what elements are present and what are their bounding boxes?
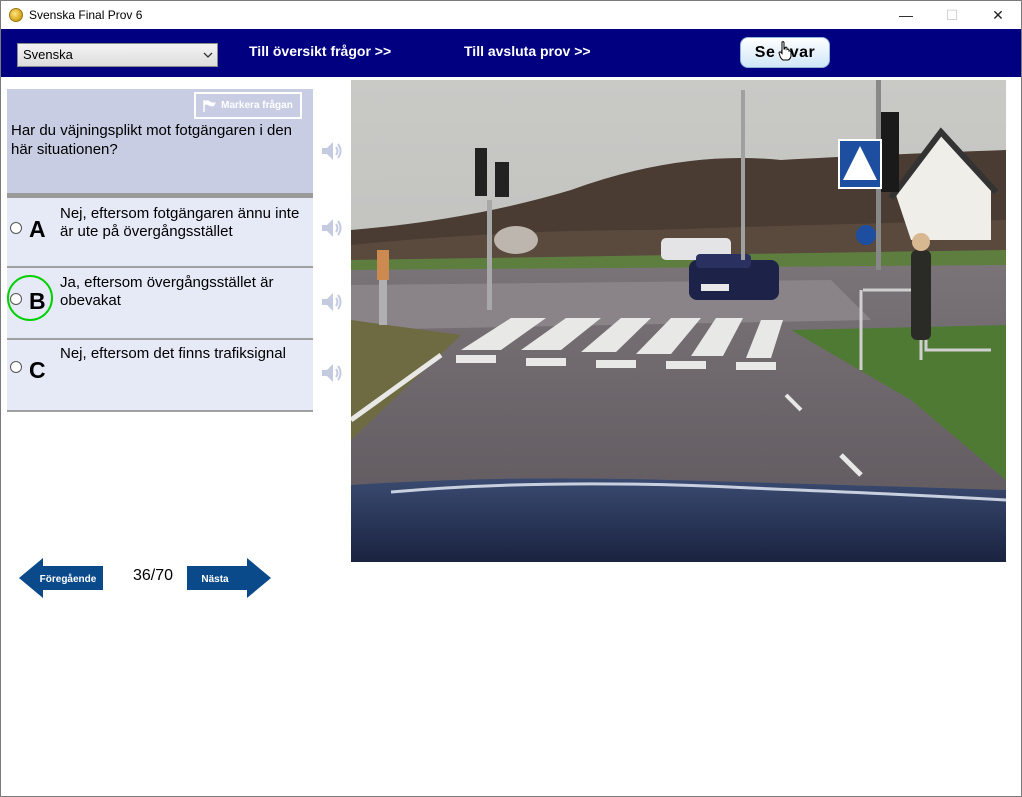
radio-button-c[interactable] [10, 361, 22, 373]
window-controls: — ☐ ✕ [883, 1, 1021, 29]
hand-cursor-icon [778, 41, 792, 61]
option-text-c: Nej, eftersom det finns trafiksignal [60, 345, 286, 362]
option-text-b: Ja, eftersom övergångsstället är obevaka… [60, 274, 274, 309]
speaker-icon[interactable] [320, 361, 344, 385]
question-text: Har du väjningsplikt mot fotgängaren i d… [11, 122, 293, 158]
option-letter-c: C [29, 357, 46, 383]
maximize-button[interactable]: ☐ [929, 1, 975, 29]
option-letter-a: A [29, 216, 46, 242]
mark-question-button[interactable]: Markera frågan [194, 92, 302, 119]
answer-option-a[interactable]: A Nej, eftersom fotgängaren ännu inte är… [7, 198, 313, 268]
title-bar: Svenska Final Prov 6 — ☐ ✕ [1, 1, 1021, 29]
answer-option-b[interactable]: B Ja, eftersom övergångsstället är obeva… [7, 268, 313, 340]
overview-questions-link[interactable]: Till översikt frågor >> [249, 43, 391, 59]
traffic-situation-image [351, 80, 1006, 562]
previous-label: Föregående [40, 573, 97, 585]
window-title: Svenska Final Prov 6 [29, 8, 143, 22]
speaker-icon[interactable] [320, 290, 344, 314]
speaker-icon[interactable] [320, 216, 344, 240]
option-letter-b: B [29, 288, 46, 314]
app-icon [9, 8, 23, 22]
previous-button[interactable]: Föregående [19, 558, 103, 598]
close-button[interactable]: ✕ [975, 1, 1021, 29]
question-panel: Markera frågan Har du väjningsplikt mot … [7, 89, 313, 193]
language-select[interactable]: Svenska [17, 43, 218, 67]
radio-button-a[interactable] [10, 222, 22, 234]
radio-button-b[interactable] [10, 293, 22, 305]
answer-option-c[interactable]: C Nej, eftersom det finns trafiksignal [7, 340, 313, 412]
toolbar: Svenska Till översikt frågor >> Till avs… [1, 29, 1021, 77]
option-text-a: Nej, eftersom fotgängaren ännu inte är u… [60, 205, 300, 240]
flag-icon [203, 99, 217, 112]
question-counter: 36/70 [133, 567, 174, 584]
minimize-button[interactable]: — [883, 1, 929, 29]
next-label: Nästa [201, 574, 229, 585]
speaker-icon[interactable] [320, 139, 344, 163]
app-window: Svenska Final Prov 6 — ☐ ✕ Svenska Till … [0, 0, 1022, 797]
finish-exam-link[interactable]: Till avsluta prov >> [464, 43, 591, 59]
next-button[interactable]: Nästa [187, 558, 271, 598]
mark-question-label: Markera frågan [221, 100, 293, 111]
chevron-down-icon [203, 44, 213, 75]
language-select-value: Svenska [23, 47, 73, 62]
